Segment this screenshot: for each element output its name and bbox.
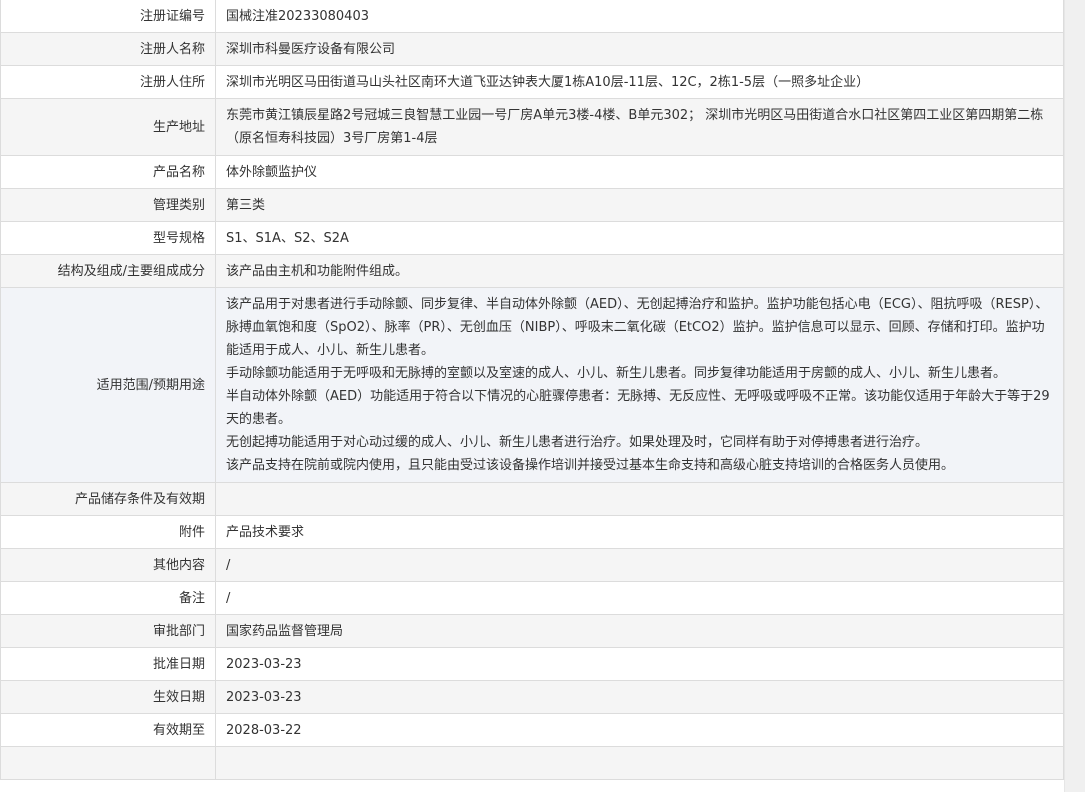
row-product-name: 产品名称 体外除颤监护仪 — [0, 155, 1064, 189]
field-label: 产品储存条件及有效期 — [0, 482, 216, 516]
field-value: 2023-03-23 — [215, 647, 1064, 681]
row-registration-number: 注册证编号 国械注准20233080403 — [0, 0, 1064, 33]
field-value: 产品技术要求 — [215, 515, 1064, 549]
field-value: / — [215, 548, 1064, 582]
row-intended-use: 适用范围/预期用途 该产品用于对患者进行手动除颤、同步复律、半自动体外除颤（AE… — [0, 287, 1064, 483]
row-approval-department: 审批部门 国家药品监督管理局 — [0, 614, 1064, 648]
field-label: 注册证编号 — [0, 0, 216, 33]
field-value: 深圳市科曼医疗设备有限公司 — [215, 32, 1064, 66]
vertical-scrollbar[interactable] — [1064, 0, 1085, 792]
field-value: 2023-03-23 — [215, 680, 1064, 714]
row-registrant-address: 注册人住所 深圳市光明区马田街道马山头社区南环大道飞亚达钟表大厦1栋A10层-1… — [0, 65, 1064, 99]
row-effective-date: 生效日期 2023-03-23 — [0, 680, 1064, 714]
field-value: / — [215, 581, 1064, 615]
field-value: 2028-03-22 — [215, 713, 1064, 747]
field-value: 国家药品监督管理局 — [215, 614, 1064, 648]
field-label: 适用范围/预期用途 — [0, 287, 216, 483]
registration-detail-table: 注册证编号 国械注准20233080403 注册人名称 深圳市科曼医疗设备有限公… — [0, 0, 1064, 780]
field-value: 东莞市黄江镇辰星路2号冠城三良智慧工业园一号厂房A单元3楼-4楼、B单元302；… — [215, 98, 1064, 156]
field-label: 产品名称 — [0, 155, 216, 189]
field-label: 附件 — [0, 515, 216, 549]
row-registrant-name: 注册人名称 深圳市科曼医疗设备有限公司 — [0, 32, 1064, 66]
field-label: 结构及组成/主要组成成分 — [0, 254, 216, 288]
field-value — [215, 746, 1064, 780]
row-valid-until: 有效期至 2028-03-22 — [0, 713, 1064, 747]
usage-paragraph: 该产品用于对患者进行手动除颤、同步复律、半自动体外除颤（AED）、无创起搏治疗和… — [226, 297, 1049, 358]
field-value: 该产品由主机和功能附件组成。 — [215, 254, 1064, 288]
usage-paragraph: 该产品支持在院前或院内使用，且只能由受过该设备操作培训并接受过基本生命支持和高级… — [226, 458, 955, 473]
row-production-address: 生产地址 东莞市黄江镇辰星路2号冠城三良智慧工业园一号厂房A单元3楼-4楼、B单… — [0, 98, 1064, 156]
field-label: 批准日期 — [0, 647, 216, 681]
row-management-category: 管理类别 第三类 — [0, 188, 1064, 222]
field-label: 型号规格 — [0, 221, 216, 255]
field-label — [0, 746, 216, 780]
field-label: 注册人住所 — [0, 65, 216, 99]
field-label: 生效日期 — [0, 680, 216, 714]
usage-paragraph: 半自动体外除颤（AED）功能适用于符合以下情况的心脏骤停患者：无脉搏、无反应性、… — [226, 389, 1050, 427]
field-value: 体外除颤监护仪 — [215, 155, 1064, 189]
field-value: 第三类 — [215, 188, 1064, 222]
field-label: 备注 — [0, 581, 216, 615]
field-label: 审批部门 — [0, 614, 216, 648]
field-label: 生产地址 — [0, 98, 216, 156]
field-label: 管理类别 — [0, 188, 216, 222]
field-label: 其他内容 — [0, 548, 216, 582]
field-label: 有效期至 — [0, 713, 216, 747]
row-storage-conditions: 产品储存条件及有效期 — [0, 482, 1064, 516]
row-model-spec: 型号规格 S1、S1A、S2、S2A — [0, 221, 1064, 255]
row-partial-next — [0, 746, 1064, 780]
field-value: S1、S1A、S2、S2A — [215, 221, 1064, 255]
field-value: 深圳市光明区马田街道马山头社区南环大道飞亚达钟表大厦1栋A10层-11层、12C… — [215, 65, 1064, 99]
row-structure-composition: 结构及组成/主要组成成分 该产品由主机和功能附件组成。 — [0, 254, 1064, 288]
row-attachment: 附件 产品技术要求 — [0, 515, 1064, 549]
row-remarks: 备注 / — [0, 581, 1064, 615]
usage-paragraph: 无创起搏功能适用于对心动过缓的成人、小儿、新生儿患者进行治疗。如果处理及时，它同… — [226, 435, 929, 450]
row-other-content: 其他内容 / — [0, 548, 1064, 582]
usage-paragraph: 手动除颤功能适用于无呼吸和无脉搏的室颤以及室速的成人、小儿、新生儿患者。同步复律… — [226, 366, 1007, 381]
field-value: 该产品用于对患者进行手动除颤、同步复律、半自动体外除颤（AED）、无创起搏治疗和… — [215, 287, 1064, 483]
field-value: 国械注准20233080403 — [215, 0, 1064, 33]
row-approval-date: 批准日期 2023-03-23 — [0, 647, 1064, 681]
field-label: 注册人名称 — [0, 32, 216, 66]
field-value — [215, 482, 1064, 516]
